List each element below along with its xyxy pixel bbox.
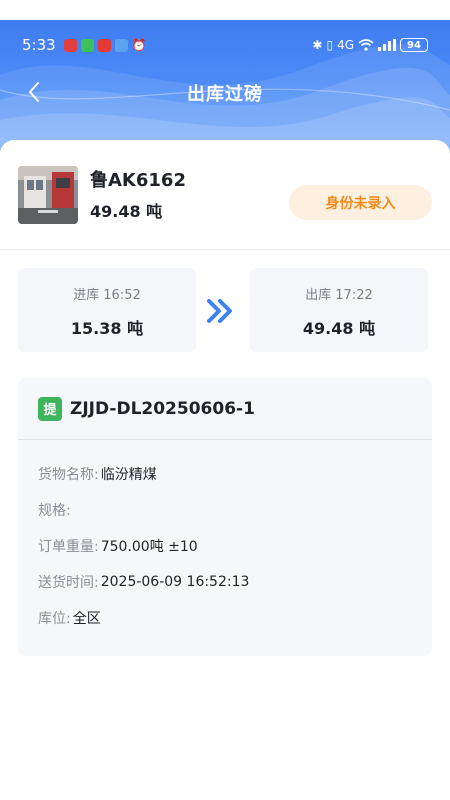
order-field-location: 库位: 全区 — [38, 600, 412, 636]
order-field-delivery-time: 送货时间: 2025-06-09 16:52:13 — [38, 564, 412, 600]
alarm-icon: ⏰ — [131, 38, 147, 52]
wifi-icon — [358, 39, 374, 51]
vehicle-plate: 鲁AK6162 — [90, 170, 186, 191]
field-value: 750.00吨 ±10 — [100, 539, 198, 555]
vibrate-icon: ▯ — [326, 38, 334, 52]
field-value: 临汾精煤 — [100, 467, 157, 483]
weather-icon — [114, 38, 128, 52]
weigh-in-box: 进库 16:52 15.38 吨 — [18, 268, 196, 352]
bluetooth-icon: ✱ — [312, 38, 323, 52]
signal-icon — [378, 39, 396, 51]
order-number: ZJJD-DL20250606-1 — [70, 398, 255, 419]
status-time: 5:33 — [22, 36, 56, 54]
order-field-spec: 规格: — [38, 492, 412, 528]
battery-icon: 94 — [400, 38, 428, 52]
top-strip — [0, 0, 450, 20]
weigh-out-label: 出库 17:22 — [250, 284, 428, 303]
weigh-out-box: 出库 17:22 49.48 吨 — [250, 268, 428, 352]
field-label: 送货时间: — [38, 575, 99, 591]
field-value: 全区 — [72, 611, 101, 627]
weigh-in-label-text: 进库 — [73, 288, 100, 303]
field-label: 库位: — [38, 611, 71, 627]
page-title: 出库过磅 — [187, 84, 263, 105]
chevron-left-icon — [29, 82, 39, 102]
weigh-out-weight: 49.48 吨 — [302, 319, 376, 338]
weigh-in-label: 进库 16:52 — [18, 284, 196, 303]
back-button[interactable] — [18, 76, 50, 108]
app-notification-icon — [63, 38, 77, 52]
field-label: 货物名称: — [38, 467, 99, 483]
double-chevron-right-icon — [207, 299, 232, 323]
id-status-badge[interactable]: 身份未录入 — [289, 185, 432, 220]
vehicle-photo[interactable] — [18, 166, 78, 224]
weigh-in-time: 16:52 — [103, 288, 141, 303]
field-value: 2025-06-09 16:52:13 — [100, 574, 250, 590]
weigh-out-time: 17:22 — [335, 288, 373, 303]
field-label: 订单重量: — [38, 539, 99, 555]
truck-photo-icon — [18, 166, 78, 224]
order-header: 提 ZJJD-DL20250606-1 — [18, 378, 432, 440]
network-type-icon: 4G — [337, 38, 354, 52]
app-c-icon — [97, 38, 111, 52]
order-detail-list: 货物名称: 临汾精煤 规格: 订单重量: 750.00吨 ±10 送货时间: 2… — [18, 440, 432, 636]
vehicle-card: 鲁AK6162 49.48 吨 身份未录入 — [0, 140, 450, 250]
order-field-goods: 货物名称: 临汾精煤 — [38, 456, 412, 492]
weigh-out-label-text: 出库 — [305, 288, 332, 303]
weigh-in-weight: 15.38 吨 — [70, 319, 144, 338]
field-label: 规格: — [38, 503, 71, 519]
wechat-icon — [80, 38, 94, 52]
order-card[interactable]: 提 ZJJD-DL20250606-1 货物名称: 临汾精煤 规格: 订单重量:… — [18, 378, 432, 656]
vehicle-weight: 49.48 吨 — [90, 202, 163, 221]
status-bar: 5:33 ⏰ ✱ ▯ 4G 94 — [0, 20, 450, 70]
nav-bar: 出库过磅 — [0, 70, 450, 116]
order-field-weight: 订单重量: 750.00吨 ±10 — [38, 528, 412, 564]
order-type-tag: 提 — [38, 396, 62, 421]
